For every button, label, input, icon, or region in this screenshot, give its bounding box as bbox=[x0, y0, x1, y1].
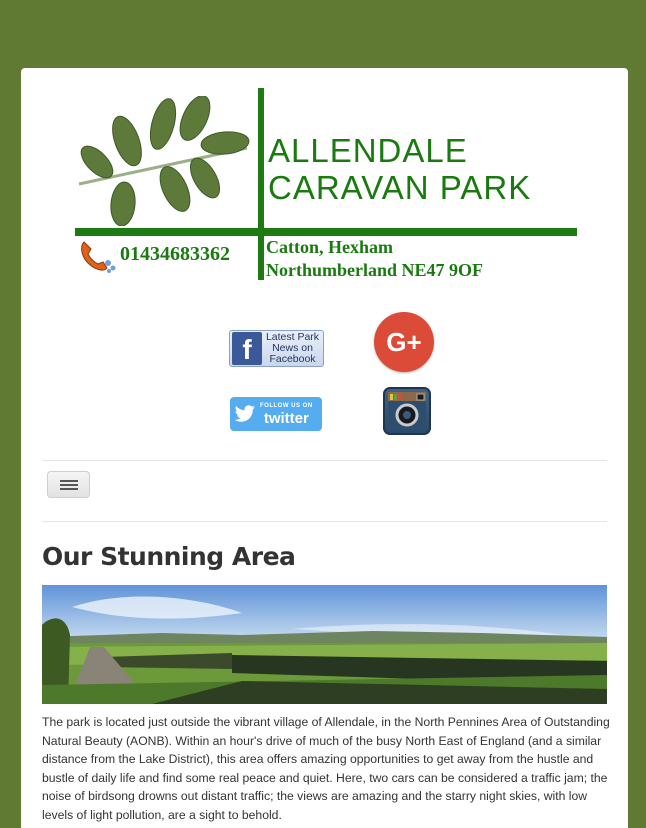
nav-separator-top bbox=[42, 460, 607, 461]
logo-horizontal-rule bbox=[75, 228, 577, 236]
landscape-panorama-image bbox=[42, 585, 607, 704]
google-plus-button[interactable]: G+ bbox=[374, 312, 434, 372]
hamburger-bar-icon bbox=[60, 480, 78, 482]
instagram-icon bbox=[388, 392, 426, 430]
phone-icon bbox=[81, 241, 116, 273]
park-name-line1: ALLENDALE bbox=[268, 132, 468, 169]
park-name: ALLENDALE CARAVAN PARK bbox=[268, 132, 531, 206]
page-title: Our Stunning Area bbox=[42, 542, 296, 571]
twitter-bird-icon bbox=[234, 405, 255, 422]
phone-number[interactable]: 01434683362 bbox=[120, 243, 230, 266]
intro-paragraph: The park is located just outside the vib… bbox=[42, 715, 610, 822]
main-card: ALLENDALE CARAVAN PARK 01434683362 Catto… bbox=[21, 68, 628, 828]
menu-toggle-button[interactable] bbox=[47, 471, 90, 498]
nav-separator-bottom bbox=[42, 521, 607, 522]
facebook-badge[interactable]: f Latest Park News on Facebook bbox=[229, 330, 324, 367]
logo-vertical-rule bbox=[258, 88, 264, 280]
site-logo[interactable]: ALLENDALE CARAVAN PARK 01434683362 Catto… bbox=[75, 88, 579, 284]
twitter-wordmark: twitter bbox=[263, 410, 309, 427]
address-line2: Northumberland NE47 9OF bbox=[266, 260, 484, 280]
address: Catton, Hexham Northumberland NE47 9OF bbox=[266, 236, 483, 282]
ash-leaf-icon bbox=[78, 96, 250, 226]
hamburger-bar-icon bbox=[60, 488, 78, 490]
hamburger-bar-icon bbox=[60, 484, 78, 486]
twitter-badge[interactable]: FOLLOW US ON twitter bbox=[230, 397, 322, 431]
facebook-icon: f bbox=[232, 332, 262, 365]
park-name-line2: CARAVAN PARK bbox=[268, 169, 532, 206]
address-line1: Catton, Hexham bbox=[266, 237, 393, 257]
facebook-badge-label: Latest Park News on Facebook bbox=[265, 331, 320, 365]
google-plus-icon: G+ bbox=[386, 326, 422, 357]
instagram-button[interactable] bbox=[383, 387, 431, 435]
